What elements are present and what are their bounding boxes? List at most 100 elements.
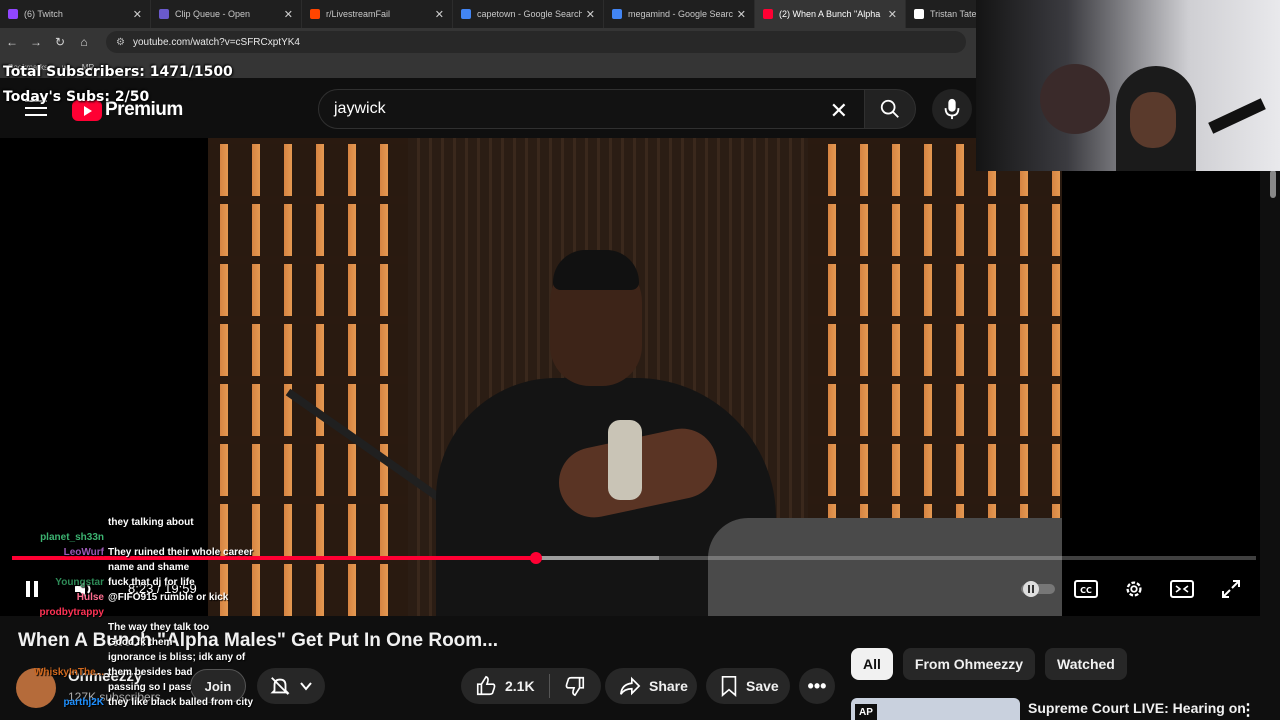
captions-icon: CC [1074,580,1098,598]
recommendation-menu-icon[interactable]: ⋮ [1240,700,1256,720]
chat-text: them besides bad [108,667,193,678]
ap-badge: AP [855,704,877,720]
chevron-down-icon [300,682,312,691]
chat-username[interactable]: Youngstar [0,575,104,590]
chat-text: passing so I pass [108,682,192,693]
recommendation-thumbnail[interactable]: AP [851,698,1020,720]
streamer-webcam [976,0,1280,171]
chat-username[interactable]: WhiskyInThe... [0,665,104,680]
chat-username[interactable]: parthj2K [0,695,104,710]
address-bar[interactable]: ⚙ youtube.com/watch?v=cSFRCxptYK4 [106,31,966,53]
browser-tab[interactable]: r/LivestreamFail ✕ [302,0,453,28]
theater-icon [1170,580,1194,598]
theater-mode-button[interactable] [1169,576,1195,602]
share-content: Share [605,668,702,704]
google-favicon-icon [461,9,471,19]
fullscreen-button[interactable] [1218,576,1244,602]
clear-search-icon[interactable]: ✕ [830,98,848,124]
bell-off-icon [270,677,290,695]
google-favicon-icon [612,9,622,19]
chat-text: They ruined their whole career [108,547,254,558]
settings-button[interactable] [1121,576,1147,602]
search-input[interactable]: jaywick ✕ [318,89,865,129]
microphone-icon [944,98,960,120]
close-tab-icon[interactable]: ✕ [133,8,142,21]
forward-icon[interactable]: → [24,35,48,49]
site-info-icon[interactable]: ⚙ [116,37,125,48]
chat-username[interactable]: Hulse [0,590,104,605]
search-icon [880,99,899,118]
youtube-favicon-icon [763,9,773,19]
close-tab-icon[interactable]: ✕ [737,8,746,21]
share-label: Share [649,678,688,694]
webcam-plush-toy [1040,64,1110,134]
save-button[interactable]: Save [706,668,790,704]
share-button[interactable]: Share [605,668,697,704]
close-tab-icon[interactable]: ✕ [284,8,293,21]
reddit-favicon-icon [310,9,320,19]
close-tab-icon[interactable]: ✕ [586,8,595,21]
home-icon[interactable]: ⌂ [72,35,96,49]
tab-label: (2) When A Bunch "Alpha [779,9,881,19]
like-count: 2.1K [505,678,535,694]
chat-message: name and shame [0,560,270,575]
stream-chat-overlay: they talking about planet_sh33n LeoWurf The… [0,515,270,710]
voice-search-button[interactable] [932,89,972,129]
tab-label: (6) Twitch [24,9,63,19]
more-actions-button[interactable]: ••• [799,668,835,704]
search-query: jaywick [334,100,386,117]
reload-icon[interactable]: ↻ [48,35,72,49]
chat-message: passing so I pass [0,680,270,695]
tab-label: r/LivestreamFail [326,9,391,19]
close-tab-icon[interactable]: ✕ [888,8,897,21]
like-dislike-group: 2.1K [461,668,601,704]
recommendation-title[interactable]: Supreme Court LIVE: Hearing on [1028,700,1246,716]
dislike-button[interactable] [550,668,600,704]
chat-message: they talking about [0,515,270,530]
captions-button[interactable]: CC [1073,576,1099,602]
chat-username[interactable]: LeoWurf [0,545,104,560]
chat-message: WhiskyInThe... them besides bad [0,665,270,680]
chat-text: they talking about [108,517,194,528]
filter-chip[interactable]: All [851,648,893,680]
like-button[interactable]: 2.1K [461,668,549,704]
browser-tab[interactable]: (6) Twitch ✕ [0,0,151,28]
chat-text: name and shame [108,562,190,573]
back-icon[interactable]: ← [0,35,24,49]
scrollbar-thumb[interactable] [1270,170,1276,198]
progress-scrubber[interactable] [529,552,542,564]
chat-message: Youngstar fuck that dj for life [0,575,270,590]
thumbs-up-icon [476,675,496,696]
bookmark-icon [721,676,737,697]
chat-message: parthj2K they like black balled from city [0,695,270,710]
browser-tab[interactable]: Clip Queue - Open ✕ [151,0,302,28]
chat-message: planet_sh33n [0,530,270,545]
chat-username[interactable]: prodbytrappy [0,605,104,620]
address-url: youtube.com/watch?v=cSFRCxptYK4 [132,36,300,48]
more-horizontal-icon: ••• [807,675,827,696]
share-arrow-icon [620,676,641,696]
search-button[interactable] [864,89,916,129]
chat-text: @FIFO915 rumble or kick [108,592,229,603]
page-scrollbar[interactable] [1266,138,1280,720]
podcast-microphone [608,420,642,500]
filter-chip[interactable]: From Ohmeezzy [902,648,1036,680]
chat-message: LeoWurf They ruined their whole career [0,545,270,560]
chat-message: Good fk them [0,635,270,650]
browser-tab[interactable]: capetown - Google Search ✕ [453,0,604,28]
chat-message: The way they talk too [0,620,270,635]
autoplay-toggle[interactable] [1020,576,1056,602]
chat-username[interactable]: planet_sh33n [0,530,104,545]
chat-text: Good fk them [108,637,173,648]
browser-tab[interactable]: (2) When A Bunch "Alpha ✕ [755,0,906,28]
filter-chip[interactable]: Watched [1045,648,1127,680]
autoplay-icon [1021,581,1055,597]
browser-tab[interactable]: megamind - Google Search ✕ [604,0,755,28]
screen: (6) Twitch ✕ Clip Queue - Open ✕ r/Livestrea… [0,0,1280,720]
x-favicon-icon [914,9,924,19]
svg-text:CC: CC [1080,586,1092,595]
close-tab-icon[interactable]: ✕ [435,8,444,21]
total-subscribers-overlay: Total Subscribers: 1471/1500 [3,64,233,80]
chat-text: they like black balled from city [108,697,254,708]
video-frame [208,138,1062,616]
